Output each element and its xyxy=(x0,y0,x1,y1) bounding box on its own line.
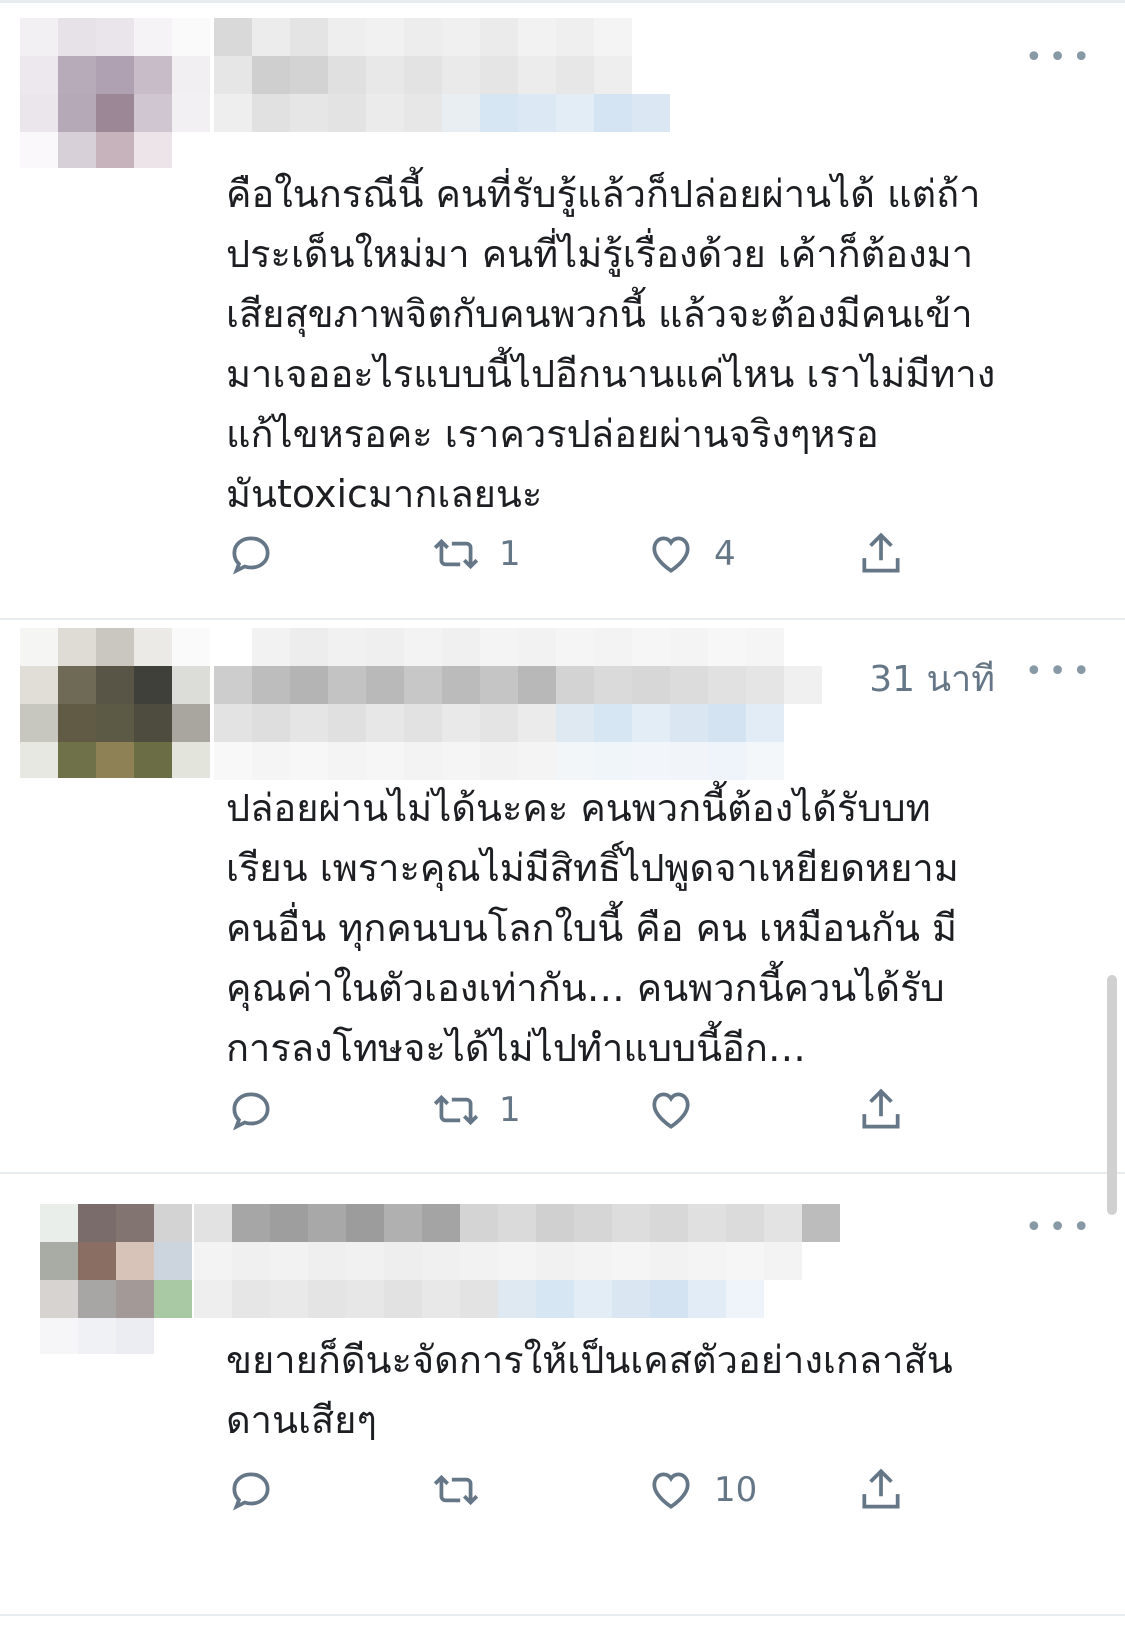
tweet-text: คือในกรณีนี้ คนที่รับรู้แล้วก็ปล่อยผ่านไ… xyxy=(226,172,996,516)
avatar[interactable] xyxy=(20,18,210,168)
like-icon xyxy=(652,1092,690,1129)
share-icon xyxy=(862,532,900,573)
share-button[interactable] xyxy=(856,1080,906,1140)
share-button[interactable] xyxy=(856,1460,906,1520)
tweet-text: ปล่อยผ่านไม่ได้นะคะ คนพวกนี้ต้องได้รับบท… xyxy=(226,786,959,1070)
retweet-icon xyxy=(433,538,479,570)
username-blurred[interactable] xyxy=(194,1204,874,1318)
like-button[interactable] xyxy=(646,1080,714,1140)
like-count: 4 xyxy=(714,534,736,574)
reply-icon xyxy=(232,536,270,575)
retweet-button[interactable]: 1 xyxy=(431,524,521,584)
tweet-actions: 1 xyxy=(226,1080,946,1140)
timestamp[interactable]: 31 นาที xyxy=(869,650,995,707)
reply-icon xyxy=(232,1092,270,1131)
share-button[interactable] xyxy=(856,524,906,584)
reply-button[interactable] xyxy=(226,1080,276,1140)
reply-button[interactable] xyxy=(226,524,276,584)
retweet-icon xyxy=(433,1474,479,1506)
retweet-icon xyxy=(433,1094,479,1126)
tweet-text: ขยายก็ดีนะจัดการให้เป็นเคสตัวอย่างเกลาสั… xyxy=(226,1338,953,1442)
avatar[interactable] xyxy=(20,628,210,778)
reply-tweet[interactable]: 31 นาที ••• ปล่อยผ่านไม่ได้นะคะ คนพวกนี้… xyxy=(0,620,1125,1174)
like-button[interactable]: 10 xyxy=(646,1460,757,1520)
more-icon[interactable]: ••• xyxy=(1025,657,1090,687)
scrollbar[interactable] xyxy=(1107,975,1117,1215)
reply-tweet[interactable]: ••• ขยายก็ดีนะจัดการให้เป็นเคสตัวอย่างเก… xyxy=(0,1174,1125,1616)
share-icon xyxy=(862,1088,900,1129)
like-count: 10 xyxy=(714,1470,758,1510)
like-button[interactable]: 4 xyxy=(646,524,736,584)
username-blurred[interactable] xyxy=(214,18,754,132)
reply-tweet[interactable]: ••• คือในกรณีนี้ คนที่รับรู้แล้วก็ปล่อยผ… xyxy=(0,0,1125,620)
like-icon xyxy=(652,536,690,573)
tweet-actions: 10 xyxy=(226,1460,946,1520)
more-icon[interactable]: ••• xyxy=(1025,43,1090,73)
avatar[interactable] xyxy=(40,1204,195,1354)
retweet-count: 1 xyxy=(499,1090,521,1130)
like-icon xyxy=(652,1472,690,1509)
retweet-count: 1 xyxy=(499,534,521,574)
retweet-button[interactable]: 1 xyxy=(431,1080,521,1140)
share-icon xyxy=(862,1468,900,1509)
reply-icon xyxy=(232,1472,270,1511)
retweet-button[interactable] xyxy=(431,1460,499,1520)
username-blurred[interactable] xyxy=(214,628,844,780)
tweet-actions: 1 4 xyxy=(226,524,946,584)
more-icon[interactable]: ••• xyxy=(1025,1213,1090,1243)
reply-button[interactable] xyxy=(226,1460,276,1520)
